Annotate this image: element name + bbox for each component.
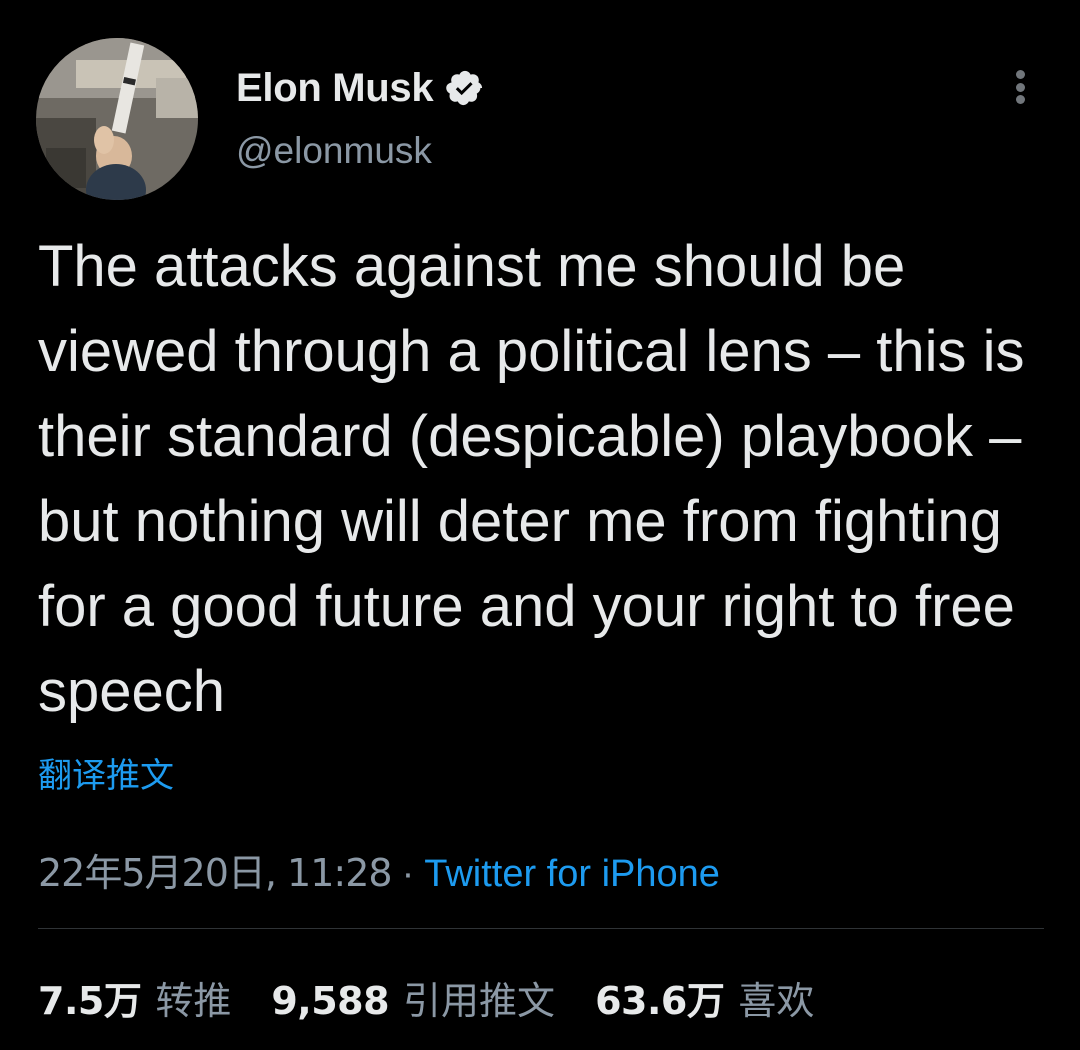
tweet-detail: Elon Musk @elonmusk The attacks against … xyxy=(0,0,1080,1050)
quotes-stat[interactable]: 9,588 引用推文 xyxy=(271,970,555,1025)
likes-stat[interactable]: 63.6万 喜欢 xyxy=(595,970,814,1025)
more-dot xyxy=(1015,95,1025,104)
verified-badge-icon xyxy=(446,70,483,106)
likes-label: 喜欢 xyxy=(738,979,815,1023)
retweets-stat[interactable]: 7.5万 转推 xyxy=(38,970,231,1025)
translate-tweet-link[interactable]: 翻译推文 xyxy=(38,748,174,797)
quotes-count: 9,588 xyxy=(271,979,390,1023)
more-dot xyxy=(1015,70,1025,79)
more-options-icon[interactable] xyxy=(1002,62,1038,112)
meta-separator: · xyxy=(401,853,415,895)
tweet-stats: 7.5万 转推 9,588 引用推文 63.6万 喜欢 xyxy=(38,970,854,1025)
retweets-count: 7.5万 xyxy=(38,979,142,1023)
display-name: Elon Musk xyxy=(236,65,434,110)
tweet-text: The attacks against me should be viewed … xyxy=(38,234,1025,724)
user-name-row[interactable]: Elon Musk xyxy=(236,64,485,112)
user-handle[interactable]: @elonmusk xyxy=(236,130,432,172)
avatar[interactable] xyxy=(36,38,198,200)
avatar-photo-icon xyxy=(36,38,198,200)
quotes-label: 引用推文 xyxy=(403,979,556,1023)
retweets-label: 转推 xyxy=(155,979,232,1023)
tweet-source-link[interactable]: Twitter for iPhone xyxy=(424,853,720,895)
divider xyxy=(38,928,1044,929)
tweet-meta: 22年5月20日, 11:28 · Twitter for iPhone xyxy=(38,842,720,897)
tweet-timestamp[interactable]: 22年5月20日, 11:28 xyxy=(38,851,393,895)
likes-count: 63.6万 xyxy=(595,979,725,1023)
more-dot xyxy=(1015,82,1025,92)
